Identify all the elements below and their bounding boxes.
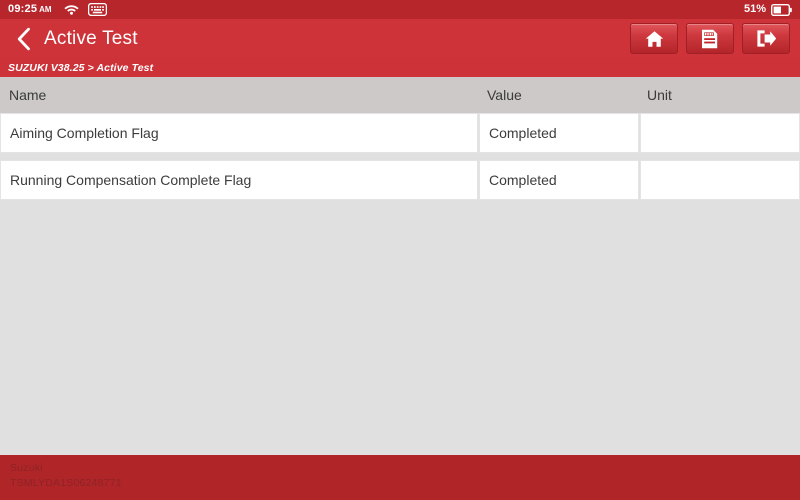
column-header-name: Name [9, 87, 47, 103]
table-row[interactable]: Aiming Completion Flag Completed [0, 113, 800, 153]
table-row[interactable]: Running Compensation Complete Flag Compl… [0, 160, 800, 200]
battery-percent: 51% [743, 3, 766, 15]
toolbar [630, 23, 800, 54]
table-header-row: Name Value Unit [0, 77, 800, 113]
app-root: 09:25 AM 51% Active Test SUZUKI V38.25 >… [0, 0, 800, 500]
vehicle-vin: TSMLYDA1S06248771 [10, 477, 122, 489]
battery-icon [771, 3, 792, 16]
back-button[interactable] [12, 24, 34, 54]
home-button[interactable] [630, 23, 678, 54]
exit-button[interactable] [742, 23, 790, 54]
wifi-icon [63, 4, 79, 15]
title-bar: Active Test [0, 19, 800, 58]
cell-value: Completed [479, 113, 639, 153]
status-time: 09:25 [8, 3, 38, 15]
vehicle-make: Suzuki [10, 462, 43, 474]
cell-name: Running Compensation Complete Flag [0, 160, 478, 200]
cell-unit [640, 113, 800, 153]
report-icon [701, 29, 719, 49]
breadcrumb: SUZUKI V38.25 > Active Test [0, 58, 800, 77]
cell-value: Completed [479, 160, 639, 200]
footer-bar: Suzuki TSMLYDA1S06248771 [0, 455, 800, 500]
cell-name: Aiming Completion Flag [0, 113, 478, 153]
home-icon [645, 30, 664, 48]
exit-icon [756, 29, 777, 48]
cell-unit [640, 160, 800, 200]
breadcrumb-text: SUZUKI V38.25 > Active Test [8, 61, 154, 74]
column-header-value: Value [487, 87, 522, 103]
chevron-left-icon [16, 27, 31, 51]
report-button[interactable] [686, 23, 734, 54]
status-bar: 09:25 AM 51% [0, 0, 800, 19]
status-time-ampm: AM [39, 4, 52, 14]
column-header-unit: Unit [647, 87, 672, 103]
page-title: Active Test [44, 27, 138, 49]
active-test-table: Name Value Unit Aiming Completion Flag C… [0, 77, 800, 200]
keyboard-icon [87, 3, 107, 16]
content-area: Name Value Unit Aiming Completion Flag C… [0, 77, 800, 455]
